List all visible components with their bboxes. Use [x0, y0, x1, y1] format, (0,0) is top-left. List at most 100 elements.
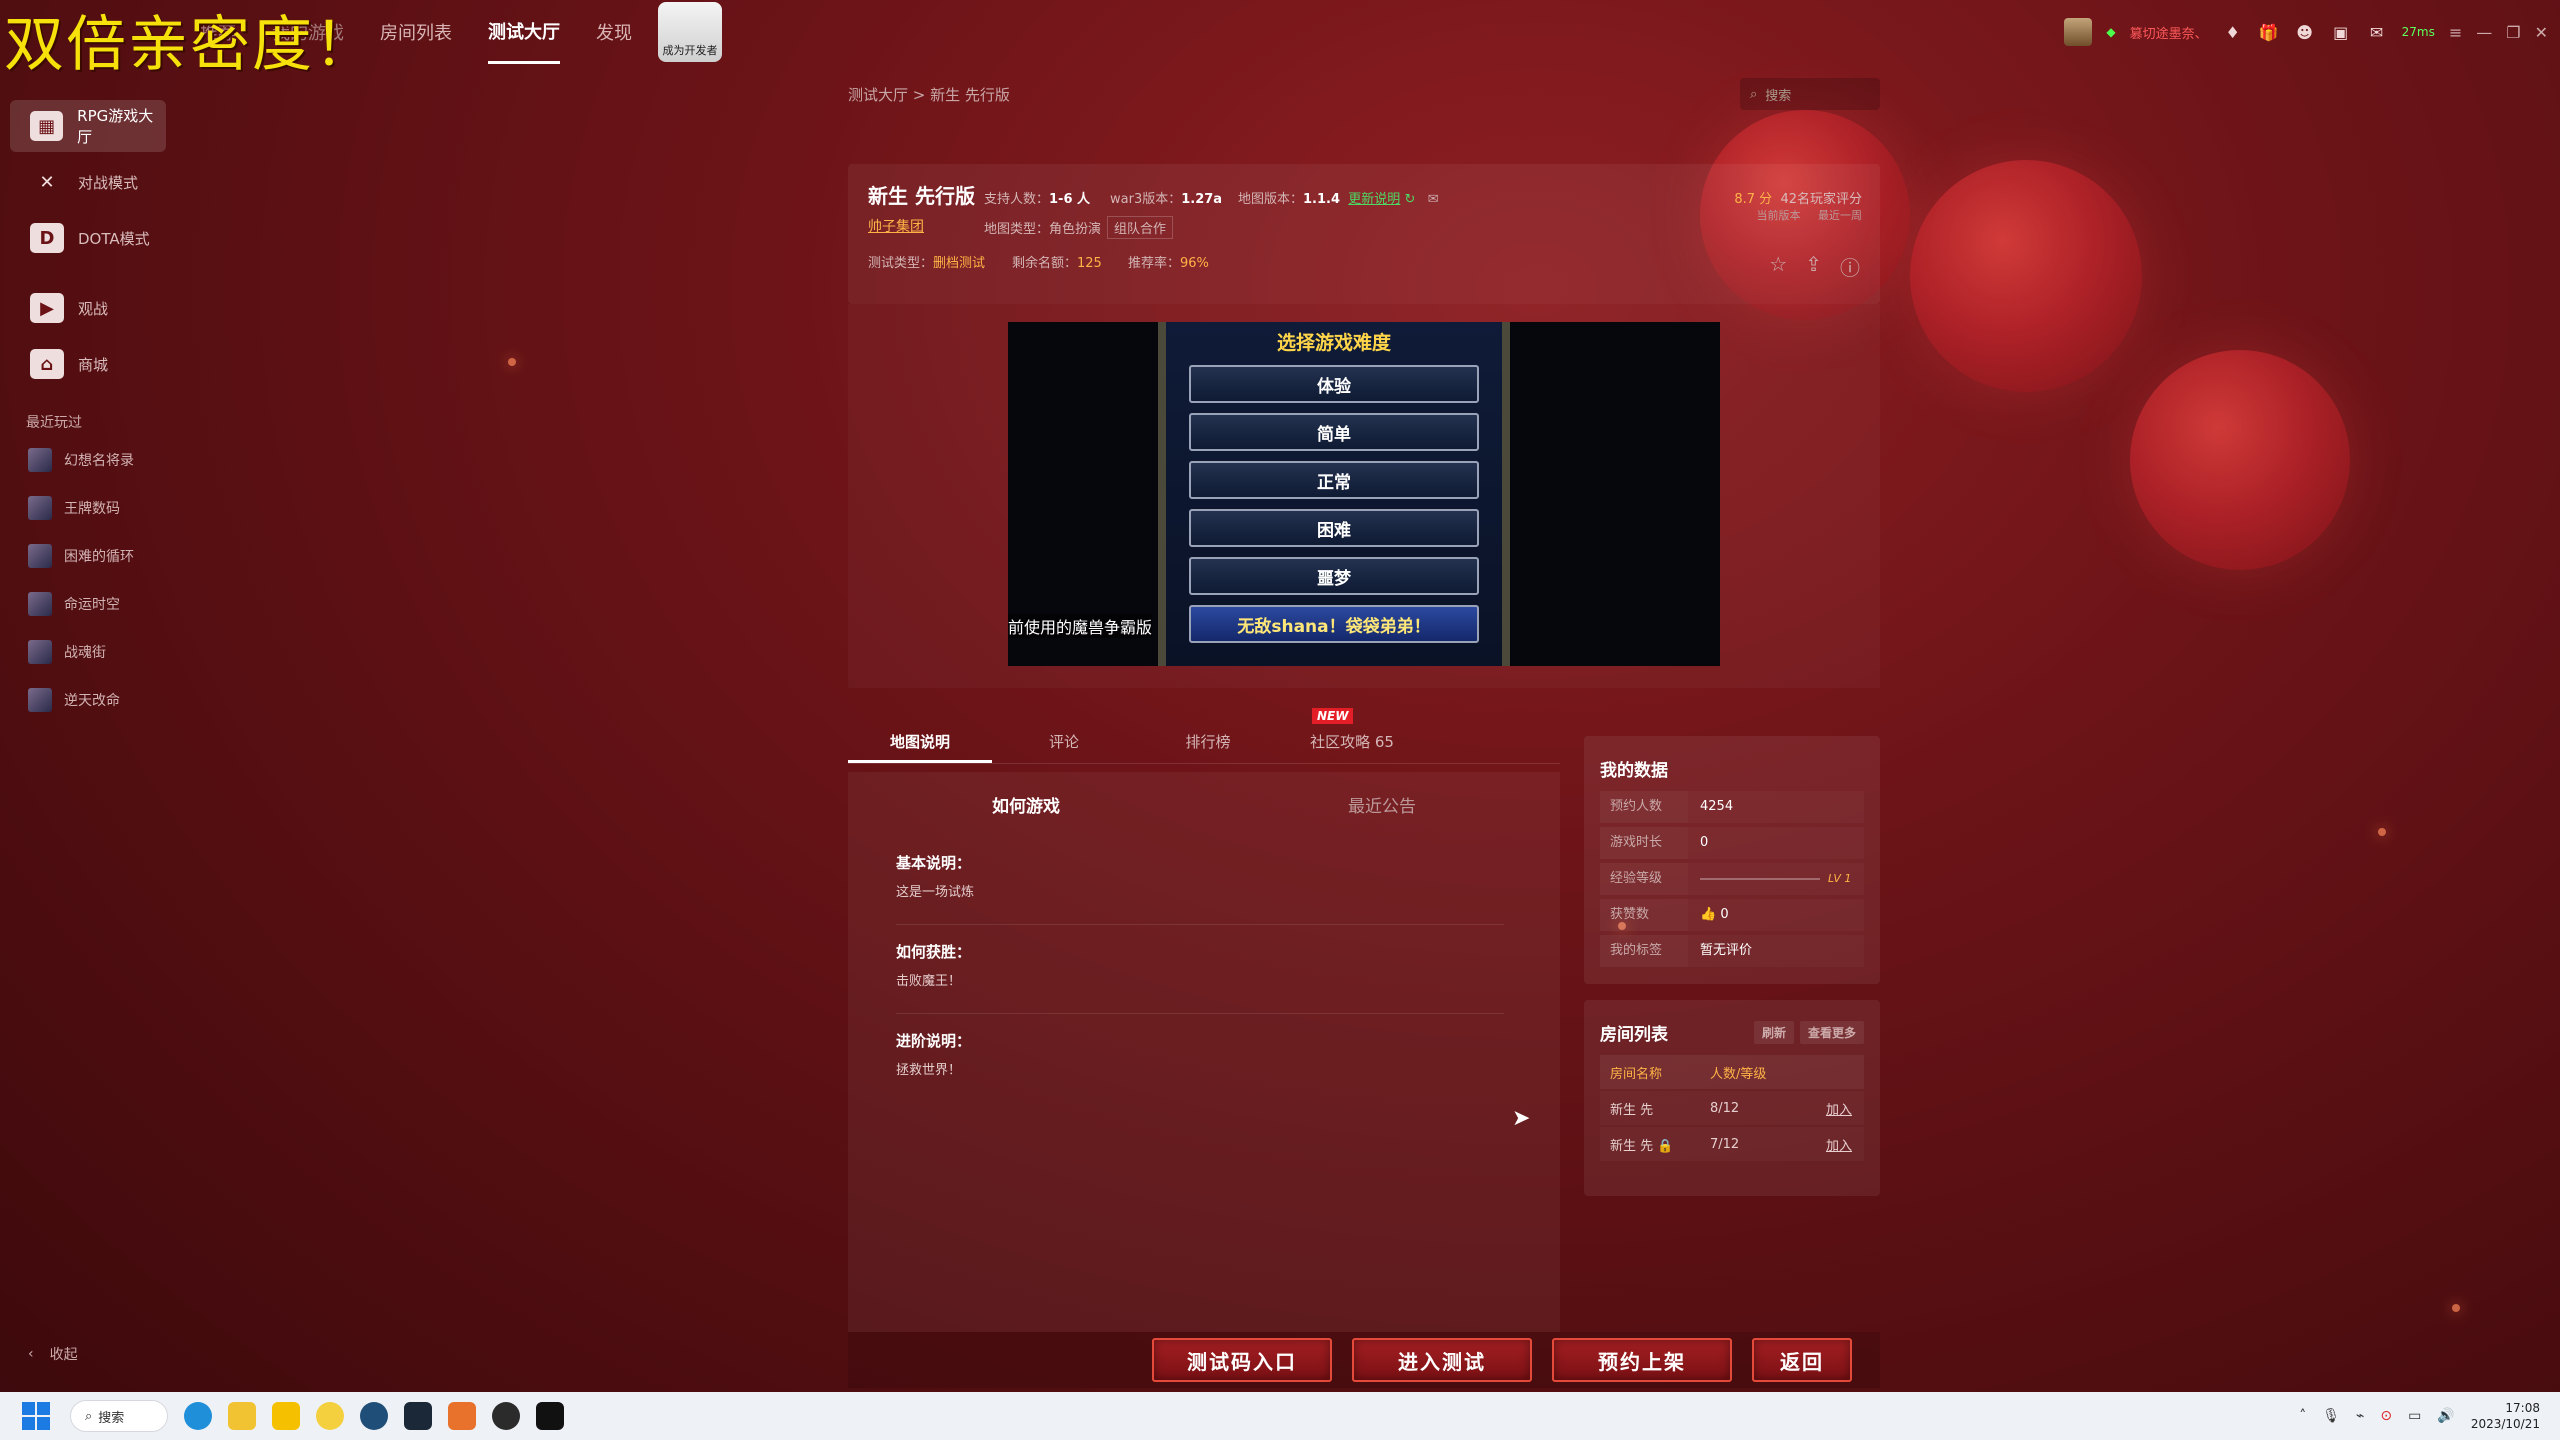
col-count: 人数/等级 [1710, 1066, 1767, 1082]
section-advanced: 进阶说明： 拯救世界！ [896, 1014, 1504, 1102]
enter-test-button[interactable]: 进入测试 [1352, 1338, 1532, 1382]
likes-cell: 👍 0 [1688, 899, 1864, 931]
difficulty-option: 困难 [1189, 509, 1479, 547]
recent-game-item[interactable]: 逆天改命 [0, 676, 176, 724]
subtab-how-to-play[interactable]: 如何游戏 [848, 792, 1204, 817]
back-button[interactable]: 返回 [1752, 1338, 1852, 1382]
username[interactable]: 篡切途墨奈、 [2130, 23, 2208, 42]
app-icon[interactable] [272, 1402, 300, 1430]
sidebar-item-spectate[interactable]: ▶ 观战 [10, 282, 166, 334]
clock[interactable]: 17:08 2023/10/21 [2471, 1400, 2540, 1432]
volume-icon[interactable]: 🔊 [2437, 1408, 2454, 1424]
difficulty-panel: 选择游戏难度 体验 简单 正常 困难 噩梦 无敌shana！袋袋弟弟！ [1158, 322, 1510, 666]
difficulty-option: 无敌shana！袋袋弟弟！ [1189, 605, 1479, 643]
recent-game-item[interactable]: 幻想名将录 [0, 436, 176, 484]
recent-game-label: 困难的循环 [64, 549, 134, 565]
mapver-value: 1.1.4 [1303, 192, 1341, 207]
recent-game-item[interactable]: 王牌数码 [0, 484, 176, 532]
chrome-icon[interactable] [316, 1402, 344, 1430]
app-icon[interactable] [492, 1402, 520, 1430]
section-text: 拯救世界！ [896, 1063, 962, 1078]
store-icon[interactable]: ▣ [2330, 21, 2352, 43]
sidebar-collapse-button[interactable]: ‹ 收起 [28, 1344, 78, 1364]
sidebar-item-shop[interactable]: ⌂ 商城 [10, 338, 166, 390]
share-icon[interactable]: ⇪ [1805, 252, 1822, 281]
sidebar-item-rpg-hall[interactable]: ▦ RPG游戏大厅 [10, 100, 166, 152]
type-tag: 组队合作 [1107, 216, 1174, 239]
lock-icon: 🔒 [1657, 1138, 1674, 1154]
creator-link[interactable]: 帅子集团 [868, 216, 924, 236]
sidebar-item-label: 观战 [78, 299, 109, 318]
nav-room-list[interactable]: 房间列表 [380, 0, 452, 64]
breadcrumb-separator: > [912, 86, 926, 104]
gift-icon[interactable]: 🎁 [2258, 21, 2280, 43]
sidebar-item-battle[interactable]: ✕ 对战模式 [10, 156, 166, 208]
rating-block: 8.7 分 42名玩家评分 当前版本 最近一周 [1734, 188, 1862, 223]
recent-game-item[interactable]: 命运时空 [0, 580, 176, 628]
nav-discover[interactable]: 发现 [596, 0, 632, 64]
recent-game-item[interactable]: 困难的循环 [0, 532, 176, 580]
difficulty-option: 噩梦 [1189, 557, 1479, 595]
recent-game-item[interactable]: 战魂街 [0, 628, 176, 676]
windows-taskbar: ⌕ 搜索 ˄ 🎙 ⌁ ⊙ ▭ 🔊 17:08 2023/10/21 [0, 1392, 2560, 1440]
file-explorer-icon[interactable] [228, 1402, 256, 1430]
tab-leaderboard[interactable]: 排行榜 [1136, 720, 1280, 763]
restore-icon[interactable]: ❐ [2506, 23, 2520, 42]
table-row: 新生 先 🔒 7/12 加入 [1600, 1127, 1864, 1161]
recent-game-label: 幻想名将录 [64, 453, 134, 469]
user-avatar[interactable] [2064, 18, 2093, 46]
app-icon[interactable] [360, 1402, 388, 1430]
section-heading: 如何获胜： [896, 943, 972, 961]
mail-icon[interactable]: ✉ [2366, 21, 2388, 43]
tab-community-guides[interactable]: 社区攻略 65 [1280, 720, 1424, 763]
tab-map-description[interactable]: 地图说明 [848, 720, 992, 763]
update-notes-link[interactable]: 更新说明 [1348, 192, 1400, 207]
minimize-icon[interactable]: — [2476, 23, 2492, 42]
chevron-up-icon[interactable]: ˄ [2299, 1408, 2306, 1424]
network-icon[interactable]: ⌁ [2356, 1408, 2364, 1424]
nav-test-hall[interactable]: 测试大厅 [488, 0, 560, 64]
refresh-icon[interactable]: ↻ [1404, 192, 1415, 207]
view-more-button[interactable]: 查看更多 [1799, 1021, 1864, 1044]
friends-icon[interactable]: ☻ [2294, 21, 2316, 43]
section-text: 这是一场试炼 [896, 885, 975, 900]
room-count: 8/12 [1710, 1100, 1740, 1116]
top-bar: 双倍亲密度！ 推荐 我的游戏 房间列表 测试大厅 发现 成为开发者 ◆ 篡切途墨… [0, 0, 2560, 80]
tab-comments[interactable]: 评论 [992, 720, 1136, 763]
test-type-info: 测试类型：删档测试 [868, 252, 985, 271]
menu-icon[interactable]: ≡ [2449, 23, 2462, 42]
breadcrumb-current: 新生 先行版 [930, 86, 1010, 104]
refresh-button[interactable]: 刷新 [1753, 1021, 1794, 1044]
join-room-button[interactable]: 加入 [1818, 1135, 1864, 1154]
difficulty-option: 简单 [1189, 413, 1479, 451]
steam-icon[interactable] [404, 1402, 432, 1430]
vip-shield-icon[interactable]: ♦ [2222, 21, 2244, 43]
kk-platform-icon[interactable] [536, 1402, 564, 1430]
sidebar-item-dota[interactable]: D DOTA模式 [10, 212, 166, 264]
tray-app-icon[interactable]: ⊙ [2380, 1408, 2392, 1424]
taskbar-search[interactable]: ⌕ 搜索 [70, 1400, 168, 1432]
info-icon[interactable]: ⓘ [1840, 252, 1860, 281]
game-screenshot[interactable]: 选择游戏难度 体验 简单 正常 困难 噩梦 无敌shana！袋袋弟弟！ 前使用的… [1008, 322, 1720, 666]
recent-game-label: 逆天改命 [64, 693, 120, 709]
test-code-entry-button[interactable]: 测试码入口 [1152, 1338, 1332, 1382]
thumbs-up-icon: 👍 [1700, 907, 1717, 922]
app-icon[interactable] [448, 1402, 476, 1430]
subtab-announcements[interactable]: 最近公告 [1204, 792, 1560, 817]
windows-start-icon[interactable] [22, 1402, 50, 1430]
edge-browser-icon[interactable] [184, 1402, 212, 1430]
breadcrumb-root[interactable]: 测试大厅 [848, 86, 908, 104]
become-developer-badge[interactable]: 成为开发者 [658, 2, 722, 62]
favorite-star-icon[interactable]: ☆ [1769, 252, 1787, 281]
war3-info: war3版本：1.27a [1110, 188, 1222, 207]
microphone-icon[interactable]: 🎙 [2322, 1408, 2340, 1424]
display-icon[interactable]: ▭ [2408, 1408, 2421, 1424]
lantern-decoration [1910, 160, 2142, 392]
game-thumb-icon [28, 496, 52, 520]
mail-icon[interactable]: ✉ [1428, 192, 1439, 207]
join-room-button[interactable]: 加入 [1818, 1099, 1864, 1118]
preorder-button[interactable]: 预约上架 [1552, 1338, 1732, 1382]
search-input[interactable]: ⌕ 搜索 [1740, 78, 1880, 110]
close-icon[interactable]: ✕ [2535, 23, 2548, 42]
sidebar-item-label: 对战模式 [78, 173, 139, 192]
